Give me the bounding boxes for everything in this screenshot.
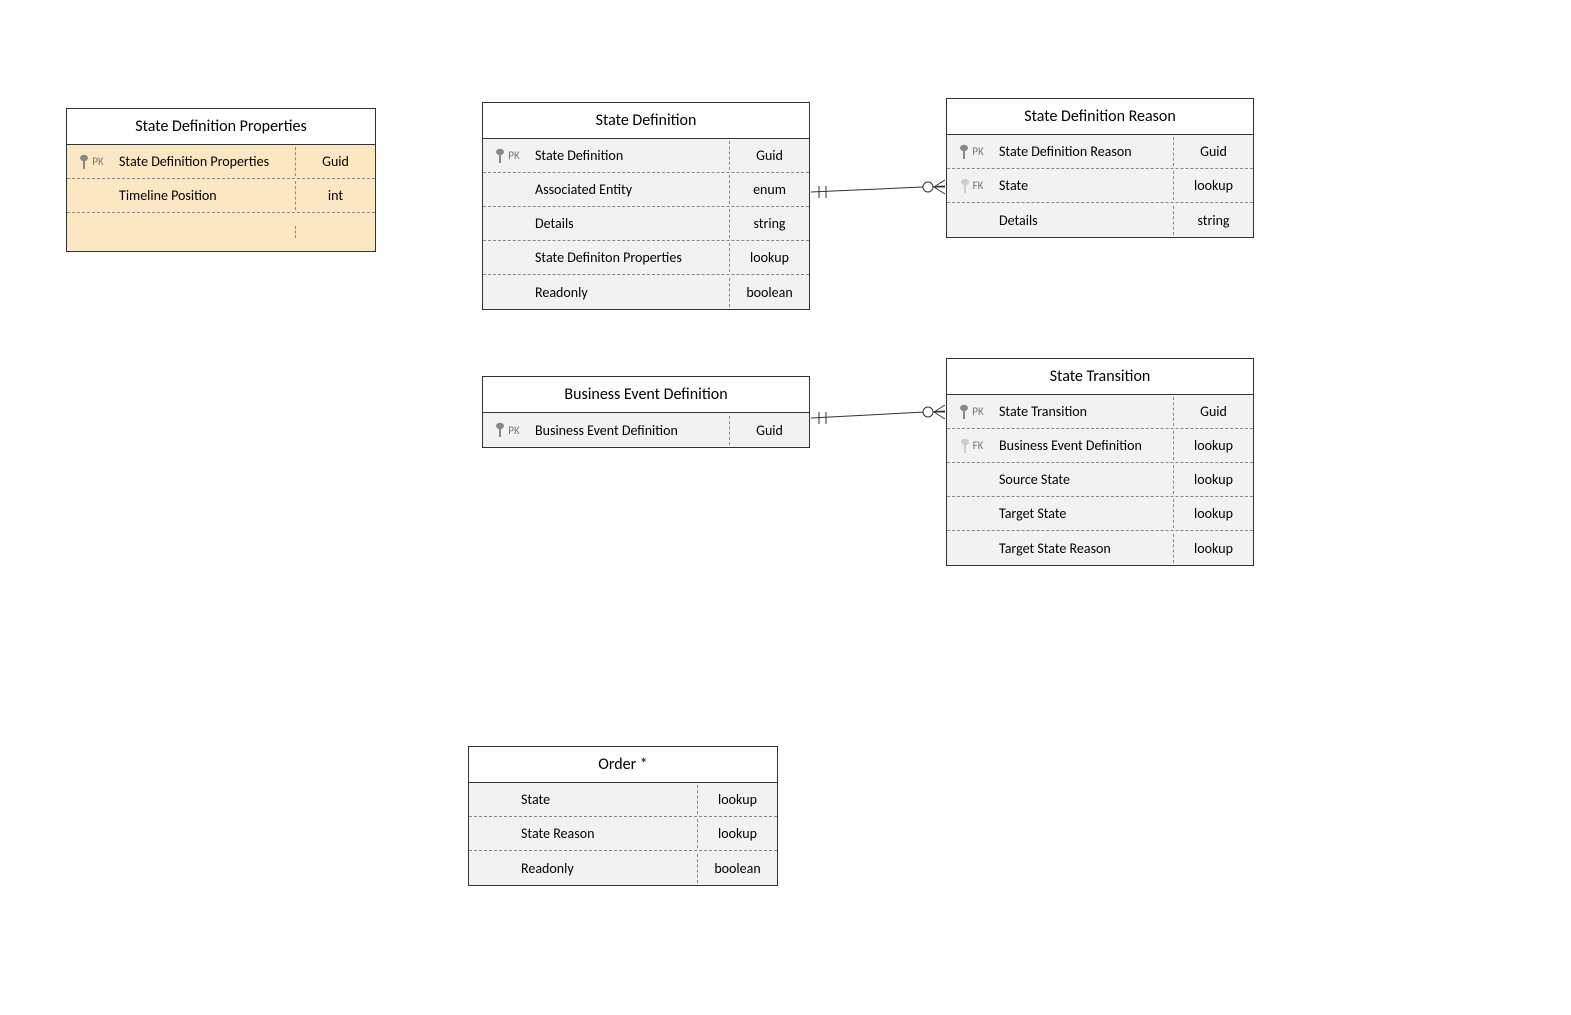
column-name: State Definition — [531, 141, 729, 170]
column-type: lookup — [1173, 171, 1253, 200]
column-type: lookup — [1173, 465, 1253, 494]
table-row: PK State Definition Guid — [483, 139, 809, 173]
pk-icon: PK — [483, 422, 531, 438]
entity-state-transition[interactable]: State Transition PK State Transition Gui… — [946, 358, 1254, 566]
pk-icon: PK — [483, 148, 531, 164]
relation-sd-sdr — [811, 180, 945, 198]
column-name: State Reason — [517, 819, 697, 848]
relation-bed-st — [811, 405, 945, 424]
table-row-empty — [67, 213, 375, 251]
column-name: State — [517, 785, 697, 814]
column-name: Timeline Position — [115, 181, 295, 210]
column-name: State — [995, 171, 1173, 200]
column-type: string — [729, 209, 809, 238]
table-row: Readonly boolean — [483, 275, 809, 309]
table-row: State lookup — [469, 783, 777, 817]
pk-icon: PK — [947, 404, 995, 420]
table-row: Source State lookup — [947, 463, 1253, 497]
column-type: Guid — [729, 416, 809, 445]
column-name: Target State — [995, 499, 1173, 528]
column-type: lookup — [1173, 499, 1253, 528]
table-row: Readonly boolean — [469, 851, 777, 885]
column-name: Associated Entity — [531, 175, 729, 204]
entity-business-event-definition[interactable]: Business Event Definition PK Business Ev… — [482, 376, 810, 448]
table-row: PK State Definition Reason Guid — [947, 135, 1253, 169]
column-name: Readonly — [531, 278, 729, 307]
column-name: State Definiton Properties — [531, 243, 729, 272]
entity-state-definition-properties[interactable]: State Definition Properties PK State Def… — [66, 108, 376, 252]
column-name: State Transition — [995, 397, 1173, 426]
column-name: Details — [531, 209, 729, 238]
column-type: lookup — [729, 243, 809, 272]
table-row: FK State lookup — [947, 169, 1253, 203]
diagram-canvas: State Definition Properties PK State Def… — [0, 0, 1571, 1015]
column-type: boolean — [729, 278, 809, 307]
table-row: PK State Definition Properties Guid — [67, 145, 375, 179]
table-row: State Definiton Properties lookup — [483, 241, 809, 275]
column-type: enum — [729, 175, 809, 204]
table-row: PK Business Event Definition Guid — [483, 413, 809, 447]
fk-icon: FK — [947, 178, 995, 194]
column-name: Source State — [995, 465, 1173, 494]
column-type: lookup — [697, 785, 777, 814]
column-type: lookup — [1173, 534, 1253, 563]
table-row: State Reason lookup — [469, 817, 777, 851]
entity-body: PK State Transition Guid FK Business Eve… — [947, 395, 1253, 565]
column-type: Guid — [1173, 397, 1253, 426]
entity-title: Business Event Definition — [483, 377, 809, 413]
column-type: string — [1173, 206, 1253, 235]
entity-body: State lookup State Reason lookup Readonl… — [469, 783, 777, 885]
entity-body: PK State Definition Properties Guid Time… — [67, 145, 375, 251]
entity-title: State Transition — [947, 359, 1253, 395]
entity-title: State Definition Reason — [947, 99, 1253, 135]
table-row: Details string — [483, 207, 809, 241]
fk-icon: FK — [947, 438, 995, 454]
entity-order[interactable]: Order * State lookup State Reason lookup… — [468, 746, 778, 886]
table-row: Target State Reason lookup — [947, 531, 1253, 565]
column-name: Readonly — [517, 854, 697, 883]
column-type: lookup — [1173, 431, 1253, 460]
table-row: Associated Entity enum — [483, 173, 809, 207]
entity-state-definition[interactable]: State Definition PK State Definition Gui… — [482, 102, 810, 310]
table-row: PK State Transition Guid — [947, 395, 1253, 429]
table-row: Timeline Position int — [67, 179, 375, 213]
table-row: FK Business Event Definition lookup — [947, 429, 1253, 463]
pk-icon: PK — [947, 144, 995, 160]
column-type: Guid — [295, 147, 375, 176]
table-row: Target State lookup — [947, 497, 1253, 531]
pk-icon: PK — [67, 154, 115, 170]
column-type: lookup — [697, 819, 777, 848]
entity-state-definition-reason[interactable]: State Definition Reason PK State Definit… — [946, 98, 1254, 238]
column-name: Business Event Definition — [531, 416, 729, 445]
column-name: State Definition Properties — [115, 147, 295, 176]
column-name: Target State Reason — [995, 534, 1173, 563]
entity-body: PK Business Event Definition Guid — [483, 413, 809, 447]
entity-title: State Definition Properties — [67, 109, 375, 145]
entity-title: State Definition — [483, 103, 809, 139]
table-row: Details string — [947, 203, 1253, 237]
column-name: Details — [995, 206, 1173, 235]
column-type: Guid — [1173, 137, 1253, 166]
column-name: State Definition Reason — [995, 137, 1173, 166]
entity-body: PK State Definition Guid Associated Enti… — [483, 139, 809, 309]
entity-body: PK State Definition Reason Guid FK State… — [947, 135, 1253, 237]
column-type: Guid — [729, 141, 809, 170]
column-name: Business Event Definition — [995, 431, 1173, 460]
entity-title: Order * — [469, 747, 777, 783]
column-type: int — [295, 181, 375, 210]
column-type: boolean — [697, 854, 777, 883]
